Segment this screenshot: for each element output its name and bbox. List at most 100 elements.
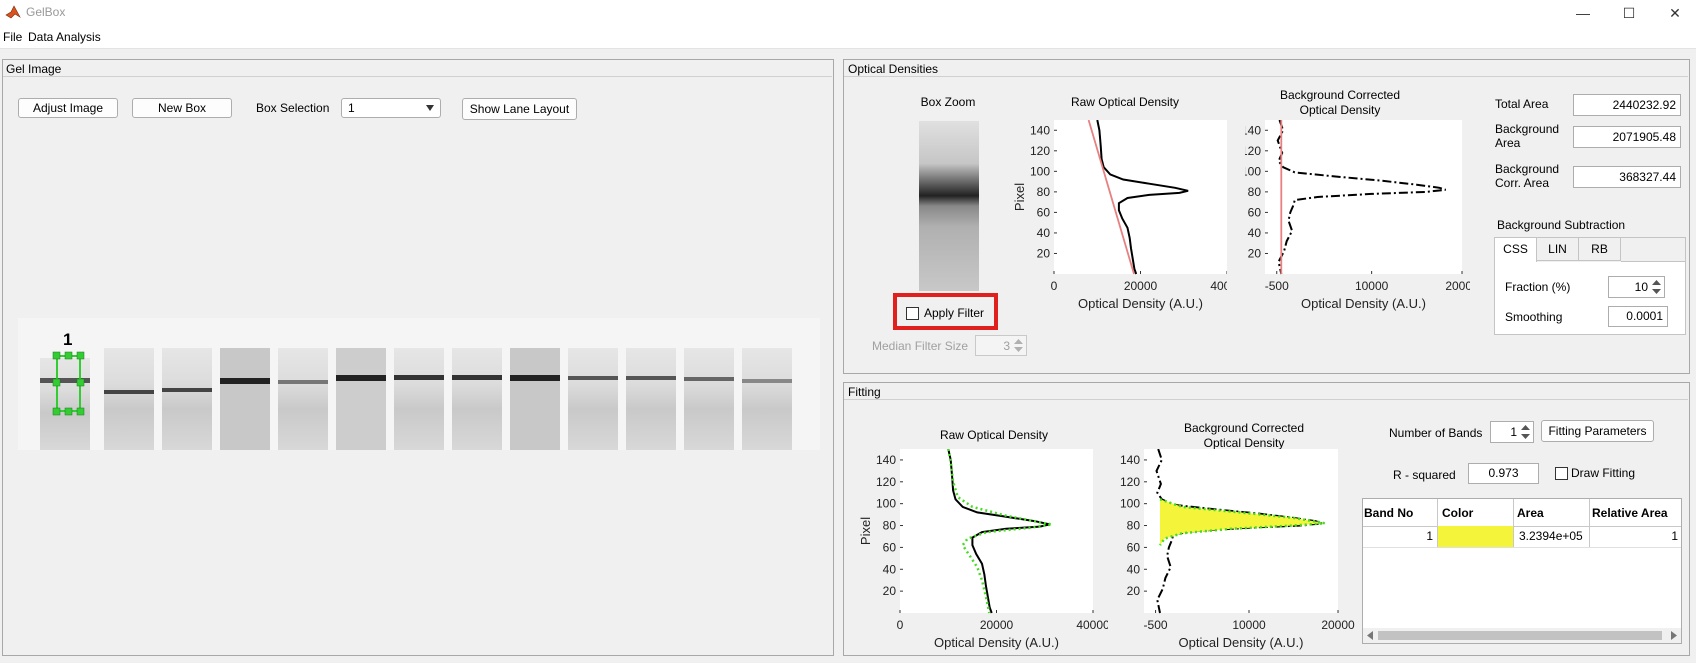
x-tick-label: -500 (1265, 279, 1289, 293)
cell-color-swatch[interactable] (1438, 526, 1513, 547)
tab-css[interactable]: CSS (1495, 238, 1537, 262)
adjust-image-button[interactable]: Adjust Image (18, 98, 118, 118)
bc-od-title-line1: Background Corrected (1279, 88, 1401, 102)
bg-corr-area-field[interactable]: 368327.44 (1573, 166, 1681, 188)
median-filter-value: 3 (1003, 339, 1010, 353)
x-tick-label: 20000 (1124, 279, 1158, 293)
spinner-arrows-icon (1652, 280, 1661, 294)
y-tick-label: 20 (1127, 584, 1141, 598)
x-tick-label: 10000 (1355, 279, 1389, 293)
od-panel-title: Optical Densities (848, 62, 939, 76)
apply-filter-checkbox[interactable] (906, 307, 919, 320)
total-area-label: Total Area (1495, 97, 1549, 111)
median-filter-spinner[interactable]: 3 (975, 335, 1027, 356)
bg-corr-label-line2: Corr. Area (1495, 176, 1550, 190)
box-selection-value: 1 (348, 101, 355, 115)
y-tick-label: 40 (1248, 226, 1262, 240)
bg-subtraction-label: Background Subtraction (1497, 218, 1626, 232)
scroll-right-icon[interactable] (1671, 631, 1677, 640)
spinner-arrows-icon (1014, 339, 1023, 352)
table-header-color: Color (1442, 506, 1474, 520)
scroll-left-icon[interactable] (1367, 631, 1373, 640)
r-squared-field[interactable]: 0.973 (1468, 463, 1539, 484)
smoothing-field[interactable]: 0.0001 (1608, 306, 1668, 327)
y-tick-label: 140 (1120, 453, 1140, 467)
y-tick-label: 120 (876, 475, 896, 489)
y-tick-label: 20 (883, 584, 897, 598)
menu-file[interactable]: File (3, 30, 22, 44)
x-tick-label: 20000 (980, 618, 1014, 632)
fit-bc-title-line2: Optical Density (1203, 436, 1285, 450)
x-tick-label: 0 (1051, 279, 1058, 293)
x-axis-label: Optical Density (A.U.) (1078, 296, 1203, 311)
x-tick-label: -500 (1144, 618, 1168, 632)
total-area-field[interactable]: 2440232.92 (1573, 94, 1681, 116)
plot-area (1265, 120, 1462, 274)
show-lane-layout-button[interactable]: Show Lane Layout (462, 98, 577, 120)
bg-corr-label-line1: Background (1495, 162, 1560, 176)
maximize-icon[interactable]: ☐ (1606, 0, 1652, 26)
y-tick-label: 80 (1037, 185, 1051, 199)
y-tick-label: 120 (1245, 144, 1261, 158)
x-tick-label: 10000 (1232, 618, 1266, 632)
scrollbar-thumb[interactable] (1378, 631, 1662, 640)
num-bands-value: 1 (1510, 425, 1517, 439)
box-selection-dropdown[interactable]: 1 (341, 98, 441, 118)
menu-bar (0, 26, 1696, 49)
x-tick-label: 20000 (1321, 618, 1355, 632)
bg-area-field[interactable]: 2071905.48 (1573, 126, 1681, 148)
minimize-icon[interactable]: — (1560, 0, 1606, 26)
x-tick-label: 0 (897, 618, 904, 632)
cell-relative-area: 1 (1671, 529, 1678, 543)
y-axis-label: Pixel (1012, 183, 1027, 211)
y-tick-label: 140 (1030, 123, 1050, 137)
num-bands-label: Number of Bands (1389, 426, 1483, 440)
spinner-arrows-icon (1521, 425, 1530, 439)
x-axis-label: Optical Density (A.U.) (934, 635, 1059, 650)
box-zoom-title: Box Zoom (920, 95, 976, 109)
y-tick-label: 40 (1127, 562, 1141, 576)
x-axis-label: Optical Density (A.U.) (1301, 296, 1426, 311)
cell-area: 3.2394e+05 (1519, 529, 1583, 543)
y-tick-label: 40 (1037, 226, 1051, 240)
title-bar (0, 0, 1696, 26)
y-tick-label: 100 (1120, 497, 1140, 511)
tab-lin[interactable]: LIN (1537, 238, 1579, 261)
num-bands-spinner[interactable]: 1 (1490, 421, 1534, 443)
bg-area-label-line2: Area (1495, 136, 1521, 150)
fit-bc-od-chart: 140 120 100 80 60 40 20 -500 10000 20000 Optical D… (1120, 449, 1355, 650)
y-tick-label: 60 (1127, 540, 1141, 554)
fraction-label: Fraction (%) (1505, 280, 1571, 294)
x-tick-label: 40000 (1210, 279, 1227, 293)
apply-filter-label: Apply Filter (924, 306, 985, 320)
fraction-spinner[interactable]: 10 (1608, 276, 1665, 298)
gel-image[interactable] (18, 318, 820, 450)
table-header-area: Area (1517, 506, 1544, 520)
gel-panel-title: Gel Image (6, 62, 62, 76)
y-tick-label: 140 (1245, 123, 1261, 137)
x-tick-label: 20000 (1445, 279, 1470, 293)
new-box-button[interactable]: New Box (132, 98, 232, 118)
y-axis-label: Pixel (858, 517, 873, 545)
y-tick-label: 100 (876, 497, 896, 511)
draw-fitting-checkbox[interactable] (1555, 467, 1568, 480)
cell-band-no: 1 (1426, 529, 1433, 543)
x-axis-label: Optical Density (A.U.) (1179, 635, 1304, 650)
tab-rb[interactable]: RB (1579, 238, 1621, 261)
menu-data-analysis[interactable]: Data Analysis (28, 30, 101, 44)
y-tick-label: 140 (876, 453, 896, 467)
close-icon[interactable]: ✕ (1652, 0, 1696, 26)
bc-od-title-line2: Optical Density (1299, 103, 1381, 117)
table-horizontal-scrollbar[interactable] (1363, 628, 1681, 643)
y-tick-label: 40 (883, 562, 897, 576)
bc-od-chart: 140 120 100 80 60 40 20 -500 10000 20000 Optical D… (1245, 120, 1470, 311)
x-tick-label: 40000 (1076, 618, 1108, 632)
raw-od-title: Raw Optical Density (1070, 95, 1180, 109)
fitting-parameters-button[interactable]: Fitting Parameters (1541, 420, 1654, 442)
chevron-down-icon (426, 105, 434, 111)
bg-area-label-line1: Background (1495, 122, 1560, 136)
y-tick-label: 60 (1037, 205, 1051, 219)
median-filter-label: Median Filter Size (872, 339, 969, 353)
y-tick-label: 80 (883, 519, 897, 533)
y-tick-label: 80 (1127, 519, 1141, 533)
